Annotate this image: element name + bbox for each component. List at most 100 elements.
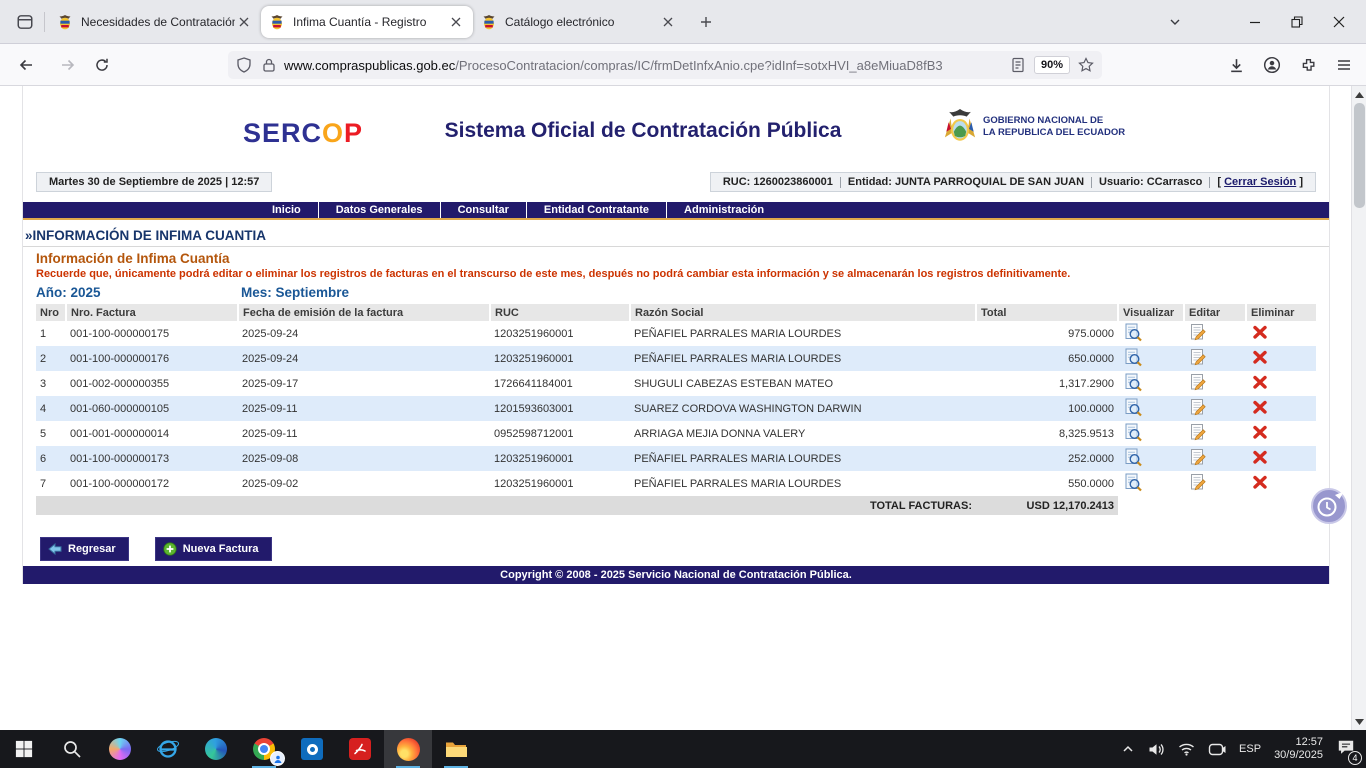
separator [840,177,841,188]
cell-eliminar [1246,446,1316,471]
eliminar-icon[interactable] [1252,399,1268,415]
cell-editar [1184,421,1246,446]
menu-item-administracion[interactable]: Administración [667,202,781,218]
scroll-down-arrow[interactable] [1352,714,1366,729]
outlook-icon[interactable] [288,730,336,768]
editar-icon[interactable] [1190,323,1206,341]
cell-fecha: 2025-09-24 [238,346,490,371]
cell-eliminar [1246,371,1316,396]
floating-timer-widget[interactable] [1309,486,1349,526]
downloads-icon[interactable] [1222,51,1250,79]
eliminar-icon[interactable] [1252,324,1268,340]
lock-icon[interactable] [262,57,276,73]
taskbar-clock[interactable]: 12:5730/9/2025 [1274,736,1323,762]
internet-explorer-icon[interactable] [144,730,192,768]
tab-title: Necesidades de Contratación y [81,15,235,29]
visualizar-icon[interactable] [1124,398,1142,417]
new-tab-button[interactable] [691,7,721,37]
sercop-page: SERCOP Sistema Oficial de Contratación P… [22,86,1330,584]
back-icon[interactable] [12,51,40,79]
datetime-box: Martes 30 de Septiembre de 2025 | 12:57 [36,172,272,192]
editar-icon[interactable] [1190,473,1206,491]
tab-list-chevron-icon[interactable] [1160,7,1190,37]
url-bar[interactable]: www.compraspublicas.gob.ec/ProcesoContra… [228,51,1102,79]
wifi-icon[interactable] [1178,742,1195,756]
close-button[interactable] [1318,0,1360,44]
account-icon[interactable] [1258,51,1286,79]
chrome-icon[interactable] [240,730,288,768]
search-icon[interactable] [48,730,96,768]
cell-visualizar [1118,321,1184,346]
cell-ruc: 0952598712001 [490,421,630,446]
editar-icon[interactable] [1190,423,1206,441]
menu-item-inicio[interactable]: Inicio [255,202,318,218]
visualizar-icon[interactable] [1124,373,1142,392]
regresar-button[interactable]: Regresar [40,537,129,561]
cell-total: 8,325.9513 [976,421,1118,446]
browser-tab-3[interactable]: Catálogo electrónico [473,5,685,39]
restore-button[interactable] [1276,0,1318,44]
acrobat-icon[interactable] [336,730,384,768]
start-button[interactable] [0,730,48,768]
extensions-puzzle-icon[interactable] [1294,51,1322,79]
menu-item-consultar[interactable]: Consultar [441,202,526,218]
hamburger-menu-icon[interactable] [1330,51,1358,79]
edge-icon[interactable] [192,730,240,768]
visualizar-icon[interactable] [1124,323,1142,342]
eliminar-icon[interactable] [1252,424,1268,440]
notification-count-badge: 4 [1348,751,1362,765]
language-indicator[interactable]: ESP [1239,743,1261,755]
nueva-factura-button[interactable]: Nueva Factura [155,537,272,561]
meet-now-icon[interactable] [1208,742,1226,757]
zoom-level-indicator[interactable]: 90% [1034,56,1070,74]
firefox-icon[interactable] [384,730,432,768]
cell-factura: 001-100-000000173 [66,446,238,471]
editar-icon[interactable] [1190,348,1206,366]
visualizar-icon[interactable] [1124,448,1142,467]
scroll-up-arrow[interactable] [1352,87,1366,102]
shield-icon[interactable] [236,57,252,73]
tab-close-icon[interactable] [659,13,677,31]
editar-icon[interactable] [1190,448,1206,466]
scrollbar-thumb[interactable] [1354,103,1365,208]
visualizar-icon[interactable] [1124,423,1142,442]
breadcrumb-marker: » [25,228,33,243]
reload-icon[interactable] [88,51,116,79]
tab-close-icon[interactable] [447,13,465,31]
volume-icon[interactable] [1148,742,1165,757]
cell-factura: 001-060-000000105 [66,396,238,421]
menu-item-entidad-contratante[interactable]: Entidad Contratante [527,202,666,218]
file-explorer-icon[interactable] [432,730,480,768]
eliminar-icon[interactable] [1252,374,1268,390]
page-viewport: SERCOP Sistema Oficial de Contratación P… [0,86,1351,730]
notification-center-icon[interactable]: 4 [1336,738,1356,761]
editar-icon[interactable] [1190,373,1206,391]
cell-total: 975.0000 [976,321,1118,346]
logout-link[interactable]: Cerrar Sesión [1224,176,1296,188]
visualizar-icon[interactable] [1124,348,1142,367]
browser-tab-2-active[interactable]: Infima Cuantía - Registro [261,6,473,38]
firefox-view-icon[interactable] [10,7,40,37]
visualizar-icon[interactable] [1124,473,1142,492]
tab-close-icon[interactable] [235,13,253,31]
menu-item-datos-generales[interactable]: Datos Generales [319,202,440,218]
cell-total: 650.0000 [976,346,1118,371]
reader-mode-icon[interactable] [1010,57,1026,73]
cell-total: 252.0000 [976,446,1118,471]
cell-eliminar [1246,421,1316,446]
eliminar-icon[interactable] [1252,474,1268,490]
minimize-button[interactable] [1234,0,1276,44]
vertical-scrollbar[interactable] [1351,86,1366,730]
back-arrow-icon [48,543,62,555]
editar-icon[interactable] [1190,398,1206,416]
copilot-icon[interactable] [96,730,144,768]
eliminar-icon[interactable] [1252,449,1268,465]
cell-nro: 6 [36,446,66,471]
tray-chevron-icon[interactable] [1121,742,1135,756]
browser-toolbar: www.compraspublicas.gob.ec/ProcesoContra… [0,44,1366,86]
forward-icon[interactable] [54,51,82,79]
bookmark-star-icon[interactable] [1078,57,1094,73]
column-header-nro: Nro [36,304,66,321]
eliminar-icon[interactable] [1252,349,1268,365]
browser-tab-1[interactable]: Necesidades de Contratación y [49,5,261,39]
